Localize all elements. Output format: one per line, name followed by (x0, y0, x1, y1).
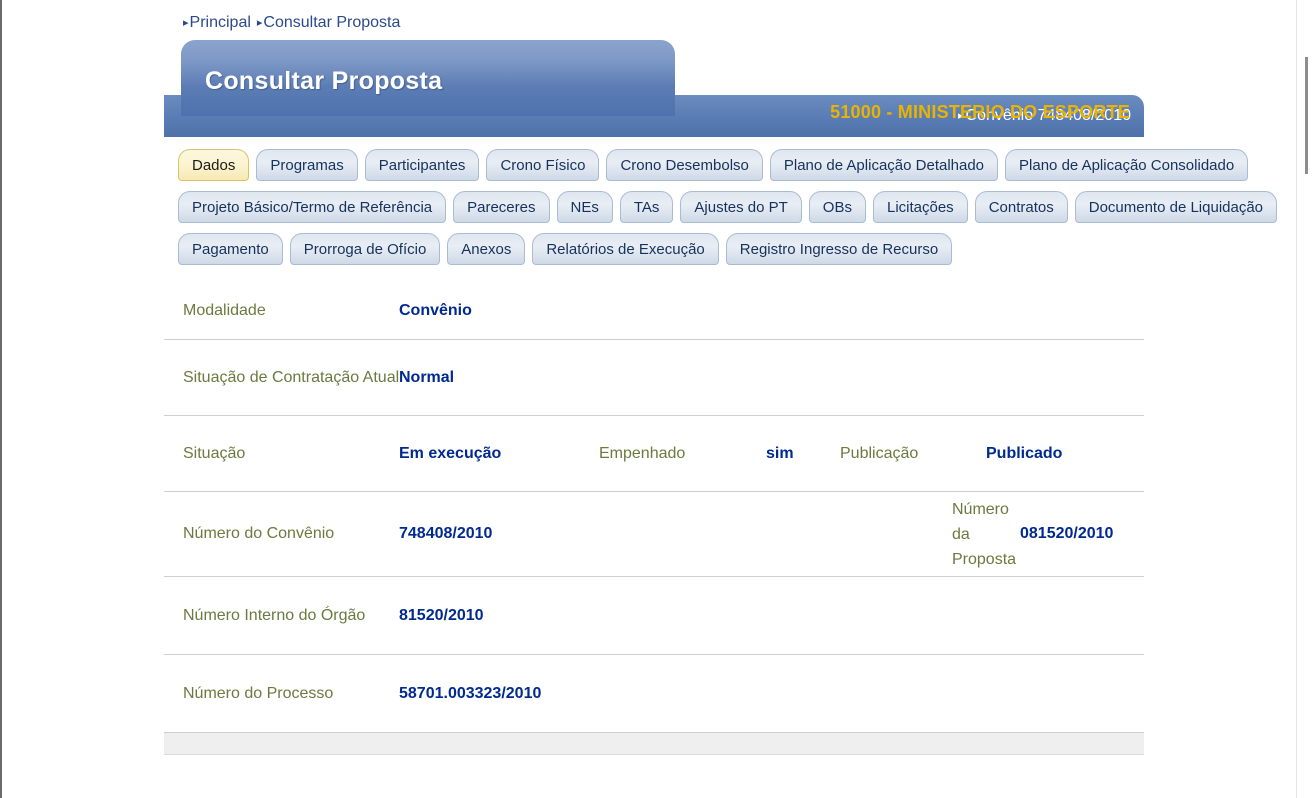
details-panel: Modalidade Convênio Situação de Contrata… (164, 271, 1144, 755)
organization-label: 51000 - MINISTERIO DO ESPORTE (830, 102, 1130, 122)
detail-row-situacao-contratacao: Situação de Contratação Atual Normal (164, 340, 1144, 416)
breadcrumb-item-principal[interactable]: ▸Principal (183, 14, 251, 31)
empenhado-label: Empenhado (599, 444, 686, 462)
tab-label: Crono Físico (500, 156, 586, 174)
tab-label: Licitações (886, 198, 954, 216)
tab-ajustes-do-pt[interactable]: Ajustes do PT (680, 191, 802, 223)
tab-participantes[interactable]: Participantes (364, 149, 480, 181)
numero-convenio-label: Número do Convênio (183, 525, 335, 542)
situacao-contratacao-label: Situação de Contratação Atual (183, 368, 400, 386)
tab-label: Relatórios de Execução (546, 240, 705, 258)
numero-processo-label: Número do Processo (183, 684, 334, 702)
modalidade-label: Modalidade (183, 302, 266, 319)
publicacao-value: Publicado (986, 444, 1063, 462)
breadcrumb-label-consultar-proposta: Consultar Proposta (263, 14, 401, 31)
tab-label: Plano de Aplicação Consolidado (1019, 156, 1235, 174)
tab-label: Documento de Liquidação (1088, 198, 1264, 216)
numero-proposta-label: Número da Proposta (952, 500, 1017, 568)
tab-label: Anexos (461, 240, 512, 258)
page-title: Consultar Proposta (205, 67, 443, 95)
tab-crono-desembolso[interactable]: Crono Desembolso (606, 149, 763, 181)
tab-label: Prorroga de Ofício (303, 240, 427, 258)
situacao-value: Em execução (399, 444, 502, 462)
tab-plano-aplicacao-consolidado[interactable]: Plano de Aplicação Consolidado (1005, 149, 1249, 181)
tab-label: Contratos (988, 198, 1054, 216)
tab-label: Programas (270, 156, 344, 174)
tab-label: Ajustes do PT (694, 198, 788, 216)
breadcrumb: ▸Principal ▸Consultar Proposta (164, 0, 1144, 40)
tab-label: Dados (192, 156, 236, 174)
numero-interno-label: Número Interno do Órgão (183, 606, 366, 624)
tab-label: Pagamento (192, 240, 269, 258)
tab-row-1: Dados Programas Participantes Crono Físi… (178, 145, 1249, 181)
tab-row-3: Pagamento Prorroga de Ofício Anexos Rela… (178, 229, 1144, 265)
numero-processo-value: 58701.003323/2010 (399, 684, 542, 702)
tab-row-2: Projeto Básico/Termo de Referência Parec… (178, 187, 1278, 223)
breadcrumb-arrow-icon: ▸ (256, 17, 263, 29)
detail-row-numero-convenio: Número do Convênio 748408/2010 Número da… (164, 492, 1144, 577)
tab-registro-ingresso-de-recurso[interactable]: Registro Ingresso de Recurso (725, 233, 953, 265)
tab-crono-fisico[interactable]: Crono Físico (486, 149, 600, 181)
breadcrumb-arrow-icon: ▸ (183, 17, 189, 29)
detail-row-numero-interno: Número Interno do Órgão 81520/2010 (164, 577, 1144, 655)
tab-obs[interactable]: OBs (808, 191, 866, 223)
detail-row-situacao: Situação Em execução Empenhado sim Publi… (164, 416, 1144, 492)
tab-dados[interactable]: Dados (178, 149, 250, 181)
tab-label: Participantes (378, 156, 466, 174)
tab-label: OBs (822, 198, 852, 216)
tab-label: NEs (570, 198, 599, 216)
tab-programas[interactable]: Programas (256, 149, 358, 181)
detail-row-numero-processo: Número do Processo 58701.003323/2010 (164, 655, 1144, 733)
tab-anexos[interactable]: Anexos (447, 233, 526, 265)
modalidade-value: Convênio (399, 302, 472, 319)
numero-proposta-value: 081520/2010 (1020, 525, 1114, 542)
tab-documento-de-liquidacao[interactable]: Documento de Liquidação (1074, 191, 1278, 223)
situacao-label: Situação (183, 444, 246, 462)
tab-label: Pareceres (467, 198, 536, 216)
tab-label: TAs (633, 198, 660, 216)
scrollbar-thumb[interactable] (1305, 57, 1308, 174)
tab-strip: Dados Programas Participantes Crono Físi… (164, 137, 1278, 265)
numero-interno-value: 81520/2010 (399, 606, 484, 624)
tab-label: Plano de Aplicação Detalhado (783, 156, 985, 174)
tab-prorroga-de-oficio[interactable]: Prorroga de Ofício (289, 233, 441, 265)
page-header: ▸ Convênio 748408/2010 Consultar Proposta… (164, 40, 1144, 137)
empenhado-value: sim (766, 444, 794, 462)
breadcrumb-item-consultar-proposta[interactable]: ▸Consultar Proposta (257, 14, 401, 31)
viewport-left-border (0, 0, 3, 798)
tab-licitacoes[interactable]: Licitações (872, 191, 968, 223)
page-container: ▸Principal ▸Consultar Proposta ▸ Convênio … (164, 0, 1278, 755)
tab-label: Registro Ingresso de Recurso (739, 240, 939, 258)
detail-row-modalidade: Modalidade Convênio (164, 283, 1144, 340)
tab-tas[interactable]: TAs (619, 191, 674, 223)
publicacao-label: Publicação (840, 444, 919, 462)
tab-projeto-basico[interactable]: Projeto Básico/Termo de Referência (178, 191, 447, 223)
tab-plano-aplicacao-detalhado[interactable]: Plano de Aplicação Detalhado (769, 149, 999, 181)
tab-label: Projeto Básico/Termo de Referência (192, 198, 433, 216)
tab-nes[interactable]: NEs (556, 191, 613, 223)
tab-contratos[interactable]: Contratos (974, 191, 1068, 223)
tab-pareceres[interactable]: Pareceres (453, 191, 550, 223)
page-title-tab: Consultar Proposta (181, 40, 675, 116)
situacao-contratacao-value: Normal (399, 368, 455, 386)
vertical-scrollbar[interactable] (1296, 0, 1312, 798)
tab-label: Crono Desembolso (620, 156, 749, 174)
breadcrumb-label-principal: Principal (189, 14, 251, 31)
tab-pagamento[interactable]: Pagamento (178, 233, 283, 265)
numero-convenio-value: 748408/2010 (399, 525, 493, 542)
tab-relatorios-de-execucao[interactable]: Relatórios de Execução (532, 233, 719, 265)
details-bottom-panel (164, 733, 1144, 755)
